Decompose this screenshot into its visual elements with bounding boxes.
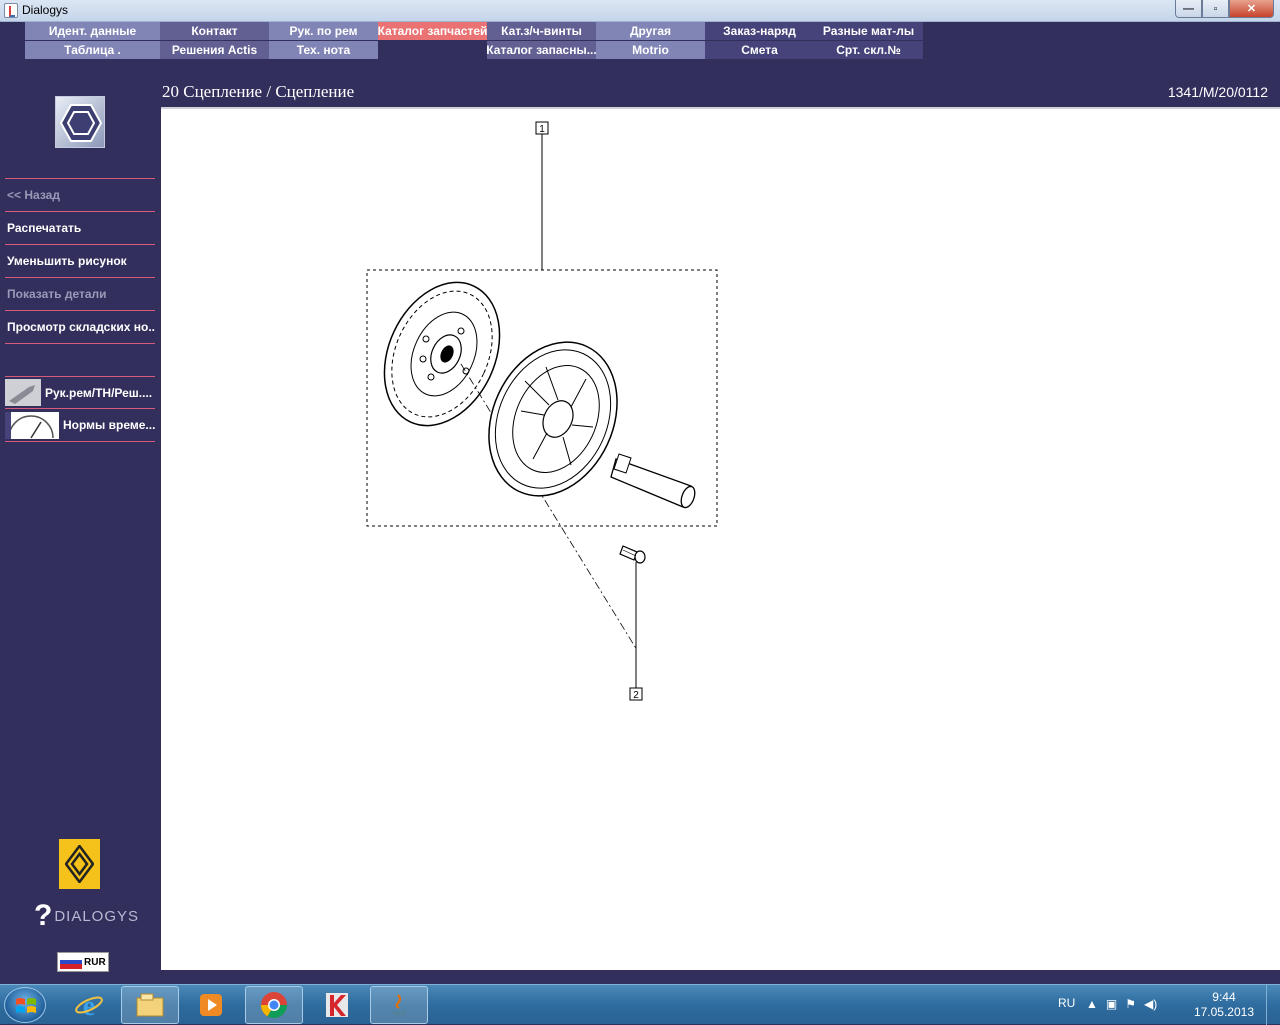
menu-row-1: Идент. данные Контакт Рук. по рем Катало… [25, 22, 925, 41]
russia-flag-icon [60, 955, 82, 970]
menu-row-2: Таблица . Решения Actis Тех. нота Катало… [25, 41, 925, 60]
menu-repair-manual[interactable]: Рук. по рем [269, 22, 378, 40]
sidebar-divider [5, 343, 155, 344]
callout-1[interactable]: 1 [539, 124, 545, 135]
start-button[interactable] [4, 987, 46, 1023]
parts-diagram-canvas[interactable]: 1 2 [161, 107, 1280, 970]
time-norms-tool-label: Нормы време... [63, 418, 155, 432]
menu-tech-note[interactable]: Тех. нота [269, 41, 378, 59]
menu-table[interactable]: Таблица . [25, 41, 160, 59]
nut-logo-icon [55, 96, 105, 148]
clutch-exploded-diagram: 1 2 [366, 121, 718, 701]
show-desktop-button[interactable] [1266, 985, 1280, 1025]
gauge-thumbnail-icon [5, 411, 59, 439]
repair-manual-tool-label: Рук.рем/ТН/Реш.... [45, 385, 153, 400]
repair-manual-tool[interactable]: Рук.рем/ТН/Реш.... [5, 376, 155, 409]
time-norms-tool[interactable]: Нормы време... [5, 409, 155, 442]
language-indicator[interactable]: RU [1058, 996, 1075, 1010]
currency-label: RUR [84, 956, 106, 968]
page-title: 20 Сцепление / Сцепление [162, 82, 355, 101]
page-reference: 1341/M/20/0112 [1167, 84, 1268, 100]
menu-stock-number[interactable]: Срт. скл.№ [814, 41, 923, 59]
sidebar-tools: Рук.рем/ТН/Реш.... Нормы време... [5, 376, 155, 442]
window-title-bar[interactable]: Dialogys — ▫ ✕ [0, 0, 1280, 22]
show-details-link[interactable]: Показать детали [5, 277, 155, 310]
file-explorer-icon[interactable] [121, 986, 179, 1024]
chrome-icon[interactable] [245, 986, 303, 1024]
windows-taskbar: e RU ▲ ▣ ⚑ ◀) 9:44 17.05.2013 [0, 984, 1280, 1025]
network-icon[interactable]: ▣ [1106, 997, 1117, 1011]
callout-2[interactable]: 2 [633, 690, 639, 701]
dialogys-brand-text: DIALOGYS [54, 907, 140, 925]
sidebar-actions: << Назад Распечатать Уменьшить рисунок П… [5, 178, 155, 344]
bolt-drawing[interactable] [619, 545, 646, 564]
menu-contact[interactable]: Контакт [160, 22, 269, 40]
renault-logo-icon [59, 839, 100, 889]
wrench-thumbnail-icon [5, 379, 41, 406]
window-title: Dialogys [22, 3, 69, 17]
print-link[interactable]: Распечатать [5, 211, 155, 244]
minimize-button[interactable]: — [1175, 0, 1202, 18]
menu-parts-catalog[interactable]: Каталог запчастей [378, 22, 487, 40]
menu-spare-parts-catalog[interactable]: Каталог запасны... [487, 41, 596, 59]
system-tray: RU ▲ ▣ ⚑ ◀) 9:44 17.05.2013 [1050, 985, 1280, 1025]
menu-other[interactable]: Другая [596, 22, 705, 40]
menu-empty-slot [378, 41, 487, 59]
zoom-out-link[interactable]: Уменьшить рисунок [5, 244, 155, 277]
stock-view-link[interactable]: Просмотр складских но... [5, 310, 155, 343]
menu-work-order[interactable]: Заказ-наряд [705, 22, 814, 40]
menu-estimate[interactable]: Смета [705, 41, 814, 59]
menu-misc-materials[interactable]: Разные мат-лы [814, 22, 923, 40]
currency-selector[interactable]: RUR [57, 952, 109, 972]
clock-time: 9:44 [1212, 990, 1236, 1004]
menu-screws-catalog[interactable]: Кат.з/ч-винты [487, 22, 596, 40]
svg-text:e: e [83, 991, 95, 1020]
close-button[interactable]: ✕ [1229, 0, 1274, 18]
top-menu: Идент. данные Контакт Рук. по рем Катало… [25, 22, 925, 60]
internet-explorer-icon[interactable]: e [60, 986, 118, 1024]
java-app-icon [4, 3, 18, 18]
windows-logo-icon [16, 998, 36, 1013]
back-link[interactable]: << Назад [5, 178, 155, 211]
tray-expand-icon[interactable]: ▲ [1086, 997, 1098, 1011]
dialogys-brand: ? DIALOGYS [34, 901, 139, 931]
java-taskbar-icon[interactable] [370, 986, 428, 1024]
menu-ident-data[interactable]: Идент. данные [25, 22, 160, 40]
sidebar: << Назад Распечатать Уменьшить рисунок П… [0, 60, 160, 980]
alignment-tool-drawing[interactable] [610, 453, 697, 509]
clock[interactable]: 9:44 17.05.2013 [1194, 990, 1254, 1020]
menu-motrio[interactable]: Motrio [596, 41, 705, 59]
action-center-icon[interactable]: ⚑ [1125, 997, 1136, 1011]
media-player-icon[interactable] [182, 986, 240, 1024]
kaspersky-icon[interactable] [308, 986, 366, 1024]
clock-date: 17.05.2013 [1193, 1005, 1254, 1019]
volume-icon[interactable]: ◀) [1144, 997, 1157, 1011]
dialogys-question-icon: ? [34, 899, 53, 932]
maximize-button[interactable]: ▫ [1202, 0, 1229, 18]
menu-actis-solutions[interactable]: Решения Actis [160, 41, 269, 59]
